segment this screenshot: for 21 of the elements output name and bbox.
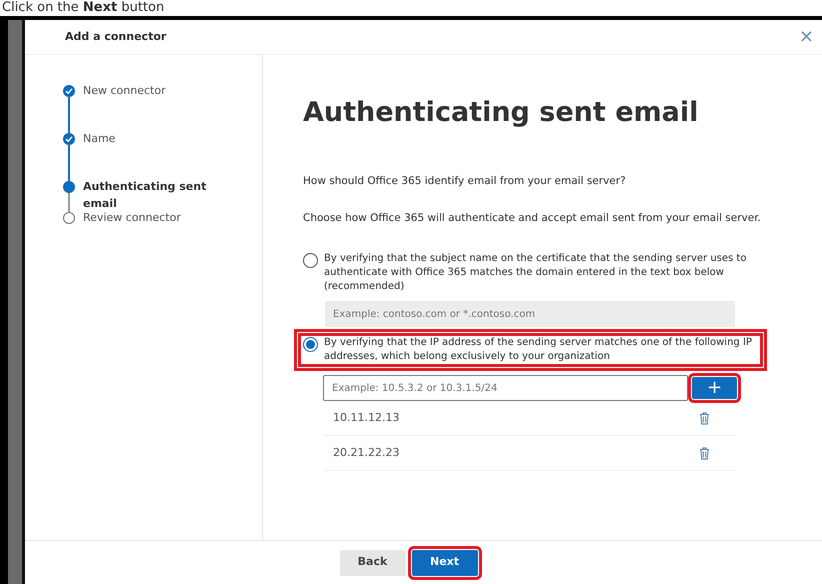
question-text: How should Office 365 identify email from your email server? (303, 174, 627, 188)
step-label: New connector (83, 83, 167, 99)
dialog-title: Add a connector (65, 28, 166, 45)
radio-button[interactable] (303, 337, 318, 352)
back-button[interactable]: Back (340, 550, 406, 576)
step-label: Authenticating sent email (83, 179, 208, 212)
option-label: By verifying that the IP address of the sending server matches one of the following IP addresses, which belong exclusively to your organization (324, 336, 753, 364)
delete-icon[interactable] (699, 446, 710, 460)
page-heading: Authenticating sent email (303, 96, 700, 130)
step-label: Name (83, 131, 116, 147)
next-button[interactable]: Next (412, 550, 478, 576)
ip-address: 20.21.22.23 (333, 444, 400, 461)
ip-address: 10.11.12.13 (333, 410, 400, 426)
instruction-text: Choose how Office 365 will authenticate and accept email sent from your email server. (303, 211, 762, 226)
step-label: Review connector (83, 210, 182, 226)
add-button[interactable]: + (692, 377, 737, 399)
instruction-caption: Click on the Next button (1, 0, 166, 16)
delete-icon[interactable] (699, 412, 710, 424)
radio-button[interactable] (303, 253, 318, 268)
option-label: By verifying that the subject name on the certificate that the sending server uses to authenticate with Office 365 matches the domain entered in the text box below (recommended) (324, 252, 748, 294)
input-field[interactable]: Example: 10.5.3.2 or 10.3.1.5/24 (323, 375, 688, 401)
